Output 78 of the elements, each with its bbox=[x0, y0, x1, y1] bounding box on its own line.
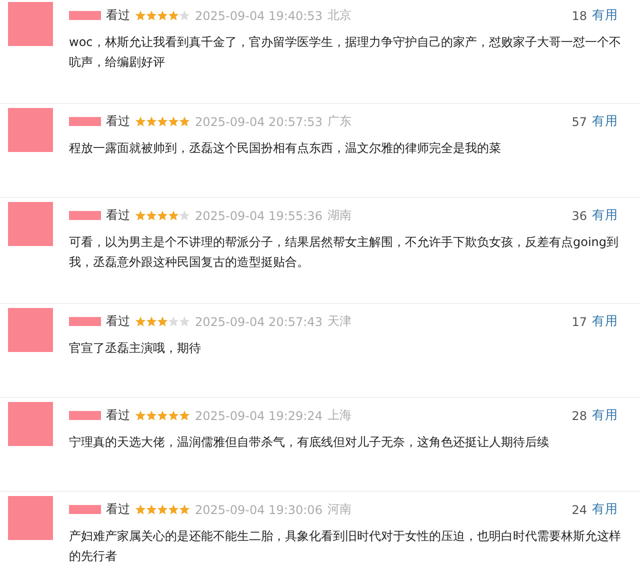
vote-count: 36 bbox=[572, 208, 587, 222]
useful-link[interactable]: 有用 bbox=[592, 407, 618, 424]
useful-link[interactable]: 有用 bbox=[592, 313, 618, 330]
comment-time: 2025-09-04 19:30:06 bbox=[195, 502, 322, 516]
star-icon bbox=[179, 410, 190, 421]
star-icon bbox=[168, 504, 179, 515]
star-icon bbox=[135, 116, 146, 127]
redacted-name-block bbox=[69, 505, 101, 514]
comment-location: 北京 bbox=[327, 7, 352, 24]
star-icon bbox=[146, 210, 157, 221]
star-icon bbox=[157, 210, 168, 221]
star-icon bbox=[168, 316, 179, 327]
star-icon bbox=[146, 410, 157, 421]
watch-status: 看过 bbox=[106, 207, 130, 224]
watch-status: 看过 bbox=[106, 113, 130, 130]
vote-count: 57 bbox=[572, 114, 587, 128]
redacted-name-block bbox=[69, 117, 101, 126]
watch-status: 看过 bbox=[106, 7, 130, 24]
watch-status: 看过 bbox=[106, 501, 130, 518]
comment-time: 2025-09-04 20:57:43 bbox=[195, 314, 322, 328]
star-icon bbox=[179, 504, 190, 515]
avatar-placeholder bbox=[8, 2, 53, 46]
comment-text: 官宣了丞磊主演哦，期待 bbox=[69, 340, 202, 357]
star-icon bbox=[146, 504, 157, 515]
comment-time: 2025-09-04 19:29:24 bbox=[195, 408, 322, 422]
comment-location: 广东 bbox=[327, 113, 352, 130]
comment-text: 程放一露面就被帅到，丞磊这个民国扮相有点东西，温文尔雅的律师完全是我的菜 bbox=[69, 140, 502, 157]
redacted-name-block bbox=[69, 211, 101, 220]
comment-text: 可看，以为男主是个不讲理的帮派分子，结果居然帮女主解围，不允许手下欺负女孩，反差有点going到我，丞磊意外跟这种民国复古的造型挺贴合。 bbox=[69, 234, 620, 271]
comment-text: 宁理真的天选大佬，温润儒雅但自带杀气，有底线但对儿子无奈，这角色还挺让人期待后续 bbox=[69, 434, 550, 451]
avatar-placeholder bbox=[8, 496, 53, 540]
redacted-name-block bbox=[69, 411, 101, 420]
comment-time: 2025-09-04 20:57:53 bbox=[195, 114, 322, 128]
redacted-name-block bbox=[69, 317, 101, 326]
comment-text: 产妇难产家属关心的是还能不能生二胎，具象化看到旧时代对于女性的压迫，也明白时代需要林斯允这样的先行者 bbox=[69, 528, 622, 562]
star-icon bbox=[179, 316, 190, 327]
useful-link[interactable]: 有用 bbox=[592, 7, 618, 24]
useful-link[interactable]: 有用 bbox=[592, 207, 618, 224]
star-icon bbox=[157, 316, 168, 327]
star-icon bbox=[146, 316, 157, 327]
star-icon bbox=[179, 210, 190, 221]
comment-location: 湖南 bbox=[327, 207, 352, 224]
vote-count: 24 bbox=[572, 502, 587, 516]
star-icon bbox=[157, 410, 168, 421]
star-icon bbox=[157, 504, 168, 515]
star-icon bbox=[168, 10, 179, 21]
vote-count: 18 bbox=[572, 8, 587, 22]
comment-time: 2025-09-04 19:40:53 bbox=[195, 8, 322, 22]
comment-location: 河南 bbox=[327, 501, 352, 518]
comment-location: 天津 bbox=[327, 313, 352, 330]
star-icon bbox=[135, 504, 146, 515]
vote-count: 28 bbox=[572, 408, 587, 422]
star-icon bbox=[135, 410, 146, 421]
star-icon bbox=[168, 210, 179, 221]
star-icon bbox=[179, 116, 190, 127]
star-icon bbox=[157, 116, 168, 127]
avatar-placeholder bbox=[8, 108, 53, 152]
comment-text: woc，林斯允让我看到真千金了，官办留学医学生，据理力争守护自己的家产，怼败家子大哥一怼一个不吭声，给编剧好评 bbox=[69, 34, 622, 71]
comment-location: 上海 bbox=[327, 407, 352, 424]
star-icon bbox=[135, 316, 146, 327]
star-icon bbox=[179, 10, 190, 21]
comment-time: 2025-09-04 19:55:36 bbox=[195, 208, 322, 222]
useful-link[interactable]: 有用 bbox=[592, 113, 618, 130]
star-icon bbox=[157, 10, 168, 21]
redacted-name-block bbox=[69, 11, 101, 20]
star-icon bbox=[135, 10, 146, 21]
avatar-placeholder bbox=[8, 202, 53, 246]
useful-link[interactable]: 有用 bbox=[592, 501, 618, 518]
star-icon bbox=[146, 10, 157, 21]
vote-count: 17 bbox=[572, 314, 587, 328]
watch-status: 看过 bbox=[106, 313, 130, 330]
avatar-placeholder bbox=[8, 308, 53, 352]
star-icon bbox=[168, 116, 179, 127]
star-icon bbox=[135, 210, 146, 221]
avatar-placeholder bbox=[8, 402, 53, 446]
star-icon bbox=[168, 410, 179, 421]
star-icon bbox=[146, 116, 157, 127]
watch-status: 看过 bbox=[106, 407, 130, 424]
